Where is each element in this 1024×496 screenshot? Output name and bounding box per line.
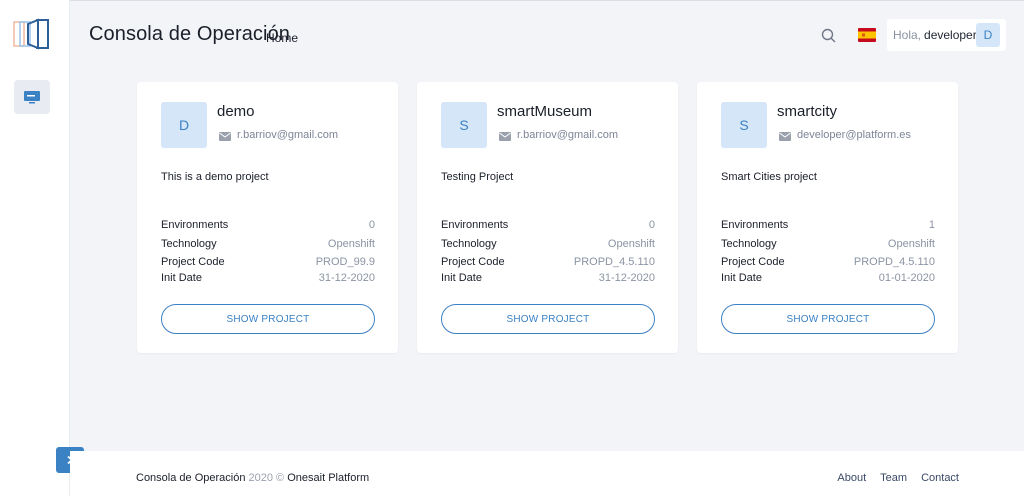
footer-link-contact[interactable]: Contact bbox=[921, 472, 959, 484]
project-description: This is a demo project bbox=[161, 171, 269, 183]
show-project-button[interactable]: SHOW PROJECT bbox=[441, 304, 655, 334]
detail-label: Init Date bbox=[441, 272, 482, 284]
footer-copyright: Consola de Operación 2020 © Onesait Plat… bbox=[136, 472, 369, 484]
detail-row-technology: Technology Openshift bbox=[441, 238, 655, 250]
detail-row-init-date: Init Date 31-12-2020 bbox=[441, 272, 655, 284]
project-email: developer@platform.es bbox=[797, 129, 911, 141]
detail-value: 0 bbox=[648, 219, 655, 231]
project-name: smartcity bbox=[777, 103, 837, 120]
detail-value: Openshift bbox=[607, 238, 655, 250]
sidebar-item-operation[interactable] bbox=[14, 80, 50, 114]
app-logo[interactable] bbox=[12, 18, 52, 50]
detail-value: 1 bbox=[928, 219, 935, 231]
footer-link-about[interactable]: About bbox=[837, 472, 866, 484]
footer-link-team[interactable]: Team bbox=[880, 472, 907, 484]
detail-value: 0 bbox=[368, 219, 375, 231]
user-menu[interactable]: Hola, developer D bbox=[887, 19, 1006, 51]
greeting-text: Hola, bbox=[893, 28, 922, 42]
footer: Consola de Operación 2020 © Onesait Plat… bbox=[70, 451, 1024, 496]
detail-label: Init Date bbox=[721, 272, 762, 284]
detail-label: Project Code bbox=[721, 256, 785, 268]
project-avatar: D bbox=[161, 102, 207, 148]
detail-label: Technology bbox=[441, 238, 497, 250]
detail-row-init-date: Init Date 01-01-2020 bbox=[721, 272, 935, 284]
detail-row-environments: Environments 0 bbox=[161, 219, 375, 231]
spain-flag-icon[interactable] bbox=[858, 28, 876, 42]
footer-year: 2020 © bbox=[248, 472, 285, 484]
detail-label: Environments bbox=[721, 219, 789, 231]
project-avatar: S bbox=[441, 102, 487, 148]
show-project-button[interactable]: SHOW PROJECT bbox=[161, 304, 375, 334]
detail-value: 31-12-2020 bbox=[318, 272, 375, 284]
project-email: r.barriov@gmail.com bbox=[237, 129, 339, 141]
detail-label: Project Code bbox=[441, 256, 505, 268]
detail-row-technology: Technology Openshift bbox=[161, 238, 375, 250]
breadcrumb[interactable]: Home bbox=[266, 31, 298, 45]
detail-row-environments: Environments 1 bbox=[721, 219, 935, 231]
project-name: smartMuseum bbox=[497, 103, 593, 120]
sidebar bbox=[0, 0, 84, 496]
detail-value: PROD_99.9 bbox=[315, 256, 375, 268]
top-bar: Consola de Operación Home Hola, develope… bbox=[70, 0, 1024, 70]
detail-value: Openshift bbox=[327, 238, 375, 250]
project-card: D demo r.barriov@gmail.com This is a dem… bbox=[137, 82, 398, 353]
project-email: r.barriov@gmail.com bbox=[517, 129, 619, 141]
detail-value: PROPD_4.5.110 bbox=[573, 256, 655, 268]
detail-label: Init Date bbox=[161, 272, 202, 284]
envelope-icon bbox=[219, 132, 231, 141]
project-name: demo bbox=[217, 103, 255, 120]
show-project-button[interactable]: SHOW PROJECT bbox=[721, 304, 935, 334]
envelope-icon bbox=[779, 132, 791, 141]
detail-row-project-code: Project Code PROPD_4.5.110 bbox=[721, 256, 935, 268]
detail-value: Openshift bbox=[887, 238, 935, 250]
detail-label: Project Code bbox=[161, 256, 225, 268]
detail-row-project-code: Project Code PROD_99.9 bbox=[161, 256, 375, 268]
username: developer bbox=[924, 28, 977, 42]
project-avatar: S bbox=[721, 102, 767, 148]
envelope-icon bbox=[499, 132, 511, 141]
footer-links: About Team Contact bbox=[837, 472, 959, 484]
detail-value: PROPD_4.5.110 bbox=[853, 256, 935, 268]
detail-label: Technology bbox=[161, 238, 217, 250]
project-description: Smart Cities project bbox=[721, 171, 817, 183]
detail-value: 31-12-2020 bbox=[598, 272, 655, 284]
footer-app-name: Consola de Operación bbox=[136, 472, 246, 484]
user-avatar: D bbox=[976, 23, 1000, 47]
detail-label: Environments bbox=[441, 219, 509, 231]
project-card: S smartMuseum r.barriov@gmail.com Testin… bbox=[417, 82, 678, 353]
detail-row-technology: Technology Openshift bbox=[721, 238, 935, 250]
project-description: Testing Project bbox=[441, 171, 514, 183]
project-card: S smartcity developer@platform.es Smart … bbox=[697, 82, 958, 353]
detail-value: 01-01-2020 bbox=[878, 272, 935, 284]
detail-row-init-date: Init Date 31-12-2020 bbox=[161, 272, 375, 284]
detail-row-project-code: Project Code PROPD_4.5.110 bbox=[441, 256, 655, 268]
footer-brand[interactable]: Onesait Platform bbox=[287, 472, 369, 484]
page-title: Consola de Operación bbox=[89, 23, 291, 45]
detail-row-environments: Environments 0 bbox=[441, 219, 655, 231]
detail-label: Environments bbox=[161, 219, 229, 231]
search-icon[interactable] bbox=[820, 27, 838, 45]
detail-label: Technology bbox=[721, 238, 777, 250]
monitor-icon bbox=[24, 91, 40, 104]
